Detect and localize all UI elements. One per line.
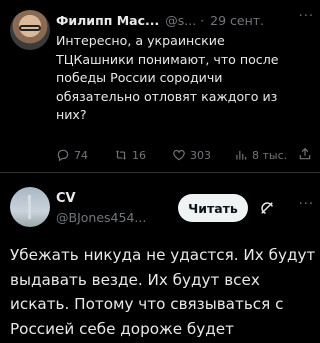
tweet-text: Убежать никуда не удастся. Их будут выда…	[10, 246, 316, 338]
reply-button[interactable]: 74	[56, 148, 88, 162]
avatar[interactable]	[10, 10, 50, 50]
share-icon	[299, 147, 311, 159]
reply-count: 74	[74, 148, 88, 162]
author-name[interactable]: CV	[56, 191, 76, 206]
tweet-actions: 74 16 303 8 тыс.	[56, 146, 314, 164]
read-button[interactable]: Читать	[178, 194, 248, 222]
grok-icon[interactable]	[258, 199, 276, 217]
repost-count: 16	[132, 148, 146, 162]
avatar-glasses	[19, 25, 41, 31]
share-button[interactable]	[298, 147, 312, 164]
like-count: 303	[190, 148, 211, 162]
avatar-tower	[28, 195, 31, 219]
tweet-reply[interactable]: CV @BJones454... Читать ··· Убежать нику…	[0, 173, 320, 343]
separator-dot: ·	[200, 12, 205, 28]
heart-icon	[173, 149, 185, 161]
tweet-header: Филипп Мас... @s... · 29 сент.	[56, 11, 312, 29]
views-button[interactable]: 8 тыс.	[234, 148, 287, 162]
tweet-text: Интересно, а украинские ТЦКашники понима…	[56, 33, 279, 122]
tweet-original[interactable]: Филипп Мас... @s... · 29 сент. ··· Интер…	[0, 0, 320, 172]
author-handle[interactable]: @s...	[165, 13, 196, 28]
views-count: 8 тыс.	[252, 148, 288, 162]
repost-icon	[115, 150, 127, 160]
views-chart-icon	[236, 150, 247, 160]
reply-icon	[57, 149, 69, 162]
tweet-date[interactable]: 29 сент.	[210, 13, 264, 28]
more-options-icon[interactable]: ···	[299, 9, 314, 24]
avatar[interactable]	[10, 187, 50, 227]
author-name[interactable]: Филипп Мас...	[56, 13, 159, 28]
author-handle[interactable]: @BJones454...	[56, 210, 146, 225]
repost-button[interactable]: 16	[114, 148, 146, 162]
more-options-icon[interactable]: ···	[299, 197, 314, 212]
like-button[interactable]: 303	[172, 148, 211, 162]
